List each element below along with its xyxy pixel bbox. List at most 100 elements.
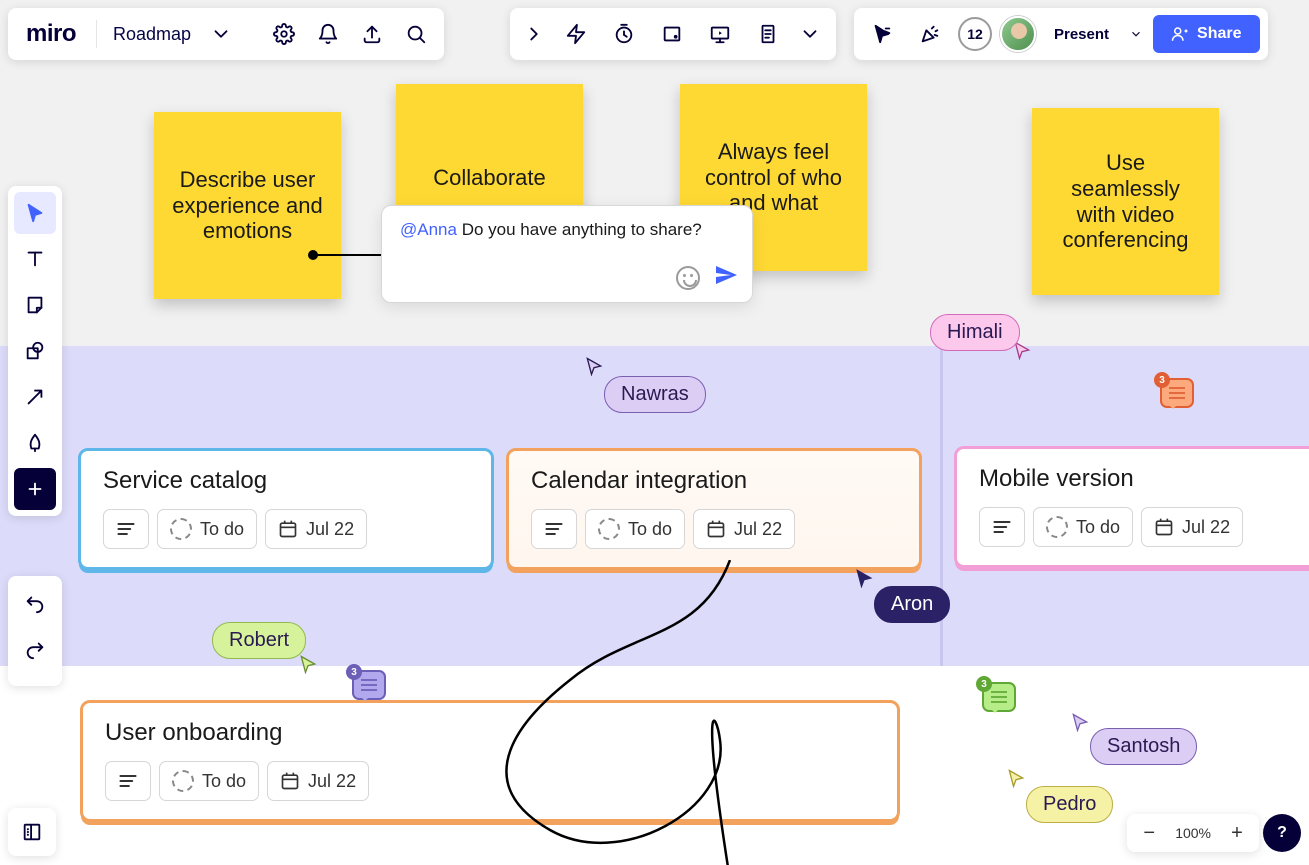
cursor-mode-icon[interactable] (862, 14, 902, 54)
sticky-text: Collaborate (433, 165, 546, 191)
comment-thread-icon[interactable]: 3 (1160, 378, 1194, 408)
help-button[interactable]: ? (1263, 814, 1301, 852)
present-dropdown-chevron-icon[interactable] (1127, 16, 1145, 52)
sticky-note[interactable]: Describe user experience and emotions (154, 112, 341, 299)
search-icon[interactable] (396, 14, 436, 54)
sticky-text: Describe user experience and emotions (172, 167, 323, 245)
user-avatar[interactable] (1000, 16, 1036, 52)
status-icon (1046, 516, 1068, 538)
status-label: To do (628, 519, 672, 540)
notes-icon[interactable] (748, 14, 788, 54)
zoom-in-button[interactable]: + (1223, 819, 1251, 847)
timer-icon[interactable] (604, 14, 644, 54)
card-date-chip[interactable]: Jul 22 (265, 509, 367, 549)
card-date-chip[interactable]: Jul 22 (693, 509, 795, 549)
divider (96, 20, 97, 48)
frames-icon[interactable] (652, 14, 692, 54)
share-button[interactable]: Share (1153, 15, 1259, 53)
card-description-chip[interactable] (105, 761, 151, 801)
user-cursor-label: Robert (212, 622, 306, 659)
card-calendar-integration[interactable]: Calendar integration To do Jul 22 (506, 448, 922, 570)
export-upload-icon[interactable] (352, 14, 392, 54)
user-cursor-label: Aron (874, 586, 950, 623)
send-icon[interactable] (714, 263, 738, 292)
comment-content: @Anna Do you have anything to share? (400, 220, 734, 240)
status-icon (170, 518, 192, 540)
card-status-chip[interactable]: To do (157, 509, 257, 549)
comment-body: Do you have anything to share? (457, 220, 702, 239)
date-label: Jul 22 (306, 519, 354, 540)
emoji-icon[interactable] (676, 266, 700, 290)
card-title: Service catalog (103, 467, 469, 495)
zoom-out-button[interactable]: − (1135, 819, 1163, 847)
zoom-controls: − 100% + (1127, 814, 1259, 852)
share-person-icon (1171, 25, 1189, 43)
user-cursor-icon (298, 654, 318, 679)
left-toolbar-history (8, 576, 62, 686)
present-label: Present (1054, 26, 1109, 43)
card-title: Calendar integration (531, 467, 897, 495)
card-title: User onboarding (105, 719, 875, 747)
thread-count-badge: 3 (976, 676, 992, 692)
card-date-chip[interactable]: Jul 22 (1141, 507, 1243, 547)
connector-arrow-tool[interactable] (14, 376, 56, 418)
card-description-chip[interactable] (531, 509, 577, 549)
status-icon (172, 770, 194, 792)
comment-thread-icon[interactable]: 3 (352, 670, 386, 700)
more-chevron-icon[interactable] (796, 14, 824, 54)
redo-button[interactable] (14, 628, 56, 670)
card-user-onboarding[interactable]: User onboarding To do Jul 22 (80, 700, 900, 822)
card-date-chip[interactable]: Jul 22 (267, 761, 369, 801)
card-status-chip[interactable]: To do (1033, 507, 1133, 547)
card-mobile-version[interactable]: Mobile version To do Jul 22 (954, 446, 1309, 568)
shape-tool[interactable] (14, 330, 56, 372)
sticky-note[interactable]: Use seamlessly with video conferencing (1032, 108, 1219, 295)
board-menu-chevron-icon[interactable] (201, 14, 241, 54)
text-tool[interactable] (14, 238, 56, 280)
user-cursor-label: Nawras (604, 376, 706, 413)
presentation-icon[interactable] (700, 14, 740, 54)
user-cursor-icon (584, 356, 604, 381)
zoom-level[interactable]: 100% (1169, 825, 1217, 841)
miro-logo[interactable]: miro (16, 20, 86, 48)
sticky-note-tool[interactable] (14, 284, 56, 326)
notifications-bell-icon[interactable] (308, 14, 348, 54)
date-label: Jul 22 (308, 771, 356, 792)
card-description-chip[interactable] (979, 507, 1025, 547)
card-status-chip[interactable]: To do (585, 509, 685, 549)
user-cursor-icon (1006, 768, 1026, 793)
pen-tool[interactable] (14, 422, 56, 464)
thread-count-badge: 3 (346, 664, 362, 680)
card-service-catalog[interactable]: Service catalog To do Jul 22 (78, 448, 494, 570)
more-tools-plus-icon[interactable] (14, 468, 56, 510)
user-cursor-icon (1070, 712, 1090, 737)
top-left-panel: miro Roadmap (8, 8, 444, 60)
panel-expand-chevron-icon[interactable] (520, 14, 548, 54)
apps-lightning-icon[interactable] (556, 14, 596, 54)
present-button[interactable]: Present (1044, 16, 1119, 52)
sticky-text: Use seamlessly with video conferencing (1050, 150, 1201, 254)
thread-count-badge: 3 (1154, 372, 1170, 388)
undo-button[interactable] (14, 582, 56, 624)
settings-gear-icon[interactable] (264, 14, 304, 54)
status-icon (598, 518, 620, 540)
reactions-confetti-icon[interactable] (910, 14, 950, 54)
collaborator-count[interactable]: 12 (958, 17, 992, 51)
mention: @Anna (400, 220, 457, 239)
select-tool[interactable] (14, 192, 56, 234)
card-status-chip[interactable]: To do (159, 761, 259, 801)
share-label: Share (1197, 25, 1241, 43)
left-toolbar (8, 186, 62, 516)
top-right-panel: 12 Present Share (854, 8, 1268, 60)
top-center-panel (510, 8, 836, 60)
comment-connector (312, 254, 382, 256)
user-cursor-label: Pedro (1026, 786, 1113, 823)
card-description-chip[interactable] (103, 509, 149, 549)
board-name[interactable]: Roadmap (107, 24, 197, 45)
panel-toggle-button[interactable] (8, 808, 56, 856)
status-label: To do (1076, 517, 1120, 538)
comment-input-box[interactable]: @Anna Do you have anything to share? (381, 205, 753, 303)
status-label: To do (202, 771, 246, 792)
comment-thread-icon[interactable]: 3 (982, 682, 1016, 712)
card-title: Mobile version (979, 465, 1309, 493)
